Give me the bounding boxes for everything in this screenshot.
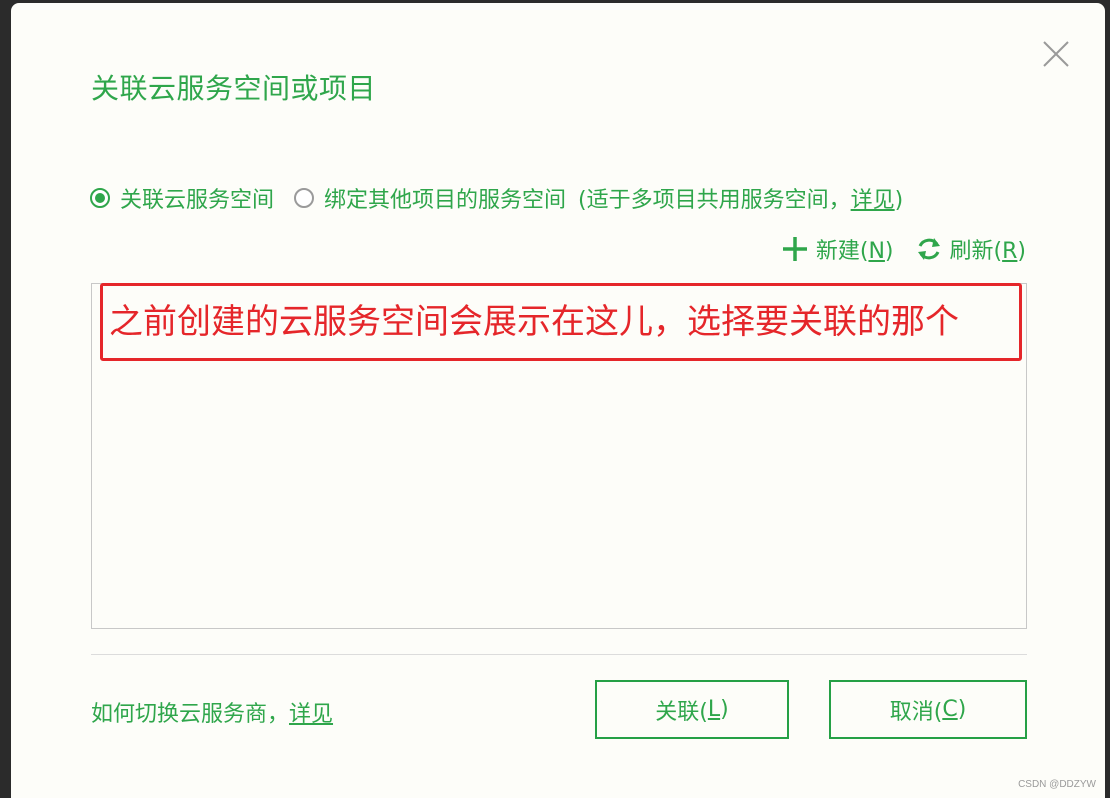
radio-unchecked-icon [294, 188, 315, 208]
help-text-label: 如何切换云服务商， [91, 702, 290, 727]
footer-divider [91, 654, 1027, 655]
radio-bind-other-label: 绑定其他项目的服务空间 [324, 188, 567, 213]
bind-other-note: (适于多项目共用服务空间，详见) [578, 182, 903, 214]
annotation-callout: 之前创建的云服务空间会展示在这儿，选择要关联的那个 [100, 283, 1022, 361]
refresh-shortcut-key: R [1002, 239, 1018, 264]
link-shortcut-key: L [707, 697, 721, 722]
space-options: 关联云服务空间 绑定其他项目的服务空间 (适于多项目共用服务空间，详见) [90, 183, 903, 213]
new-button[interactable]: 新建(N) [782, 233, 894, 265]
bind-other-note-prefix: (适于多项目共用服务空间， [578, 188, 851, 213]
cancel-button-label: 取消( [889, 699, 943, 725]
help-text: 如何切换云服务商，详见 [91, 696, 333, 728]
refresh-label-suffix: ) [1017, 239, 1026, 264]
link-button-suffix: ) [720, 697, 729, 722]
link-button-label: 关联( [655, 699, 708, 725]
radio-link-space[interactable]: 关联云服务空间 [90, 182, 274, 214]
link-button[interactable]: 关联(L) [595, 680, 789, 739]
cancel-shortcut-key: C [942, 697, 958, 722]
cancel-button-suffix: ) [957, 697, 967, 722]
cancel-button[interactable]: 取消(C) [829, 680, 1027, 739]
close-button[interactable] [1041, 39, 1071, 69]
refresh-button-label: 刷新(R) [950, 233, 1026, 265]
watermark: CSDN @DDZYW [1018, 779, 1096, 790]
new-label-text: 新建( [815, 239, 869, 264]
radio-link-space-label: 关联云服务空间 [120, 188, 275, 213]
new-label-suffix: ) [884, 239, 894, 264]
bind-other-details-link[interactable]: 详见 [851, 188, 895, 213]
radio-bind-other[interactable]: 绑定其他项目的服务空间 [294, 182, 566, 214]
new-shortcut-key: N [868, 239, 885, 264]
refresh-icon [917, 238, 940, 260]
refresh-label-text: 刷新( [949, 239, 1003, 264]
dialog-title: 关联云服务空间或项目 [91, 72, 377, 105]
plus-icon [782, 237, 807, 261]
close-icon [1043, 41, 1069, 67]
bind-other-note-suffix: ) [894, 188, 904, 213]
list-toolbar: 新建(N) 刷新(R) [782, 233, 1026, 265]
radio-checked-icon [90, 188, 110, 208]
refresh-button[interactable]: 刷新(R) [916, 233, 1026, 265]
dialog: 关联云服务空间或项目 关联云服务空间 绑定其他项目的服务空间 (适于多项目共用服… [11, 3, 1105, 798]
new-button-label: 新建(N) [816, 233, 894, 265]
help-details-link[interactable]: 详见 [289, 702, 333, 727]
